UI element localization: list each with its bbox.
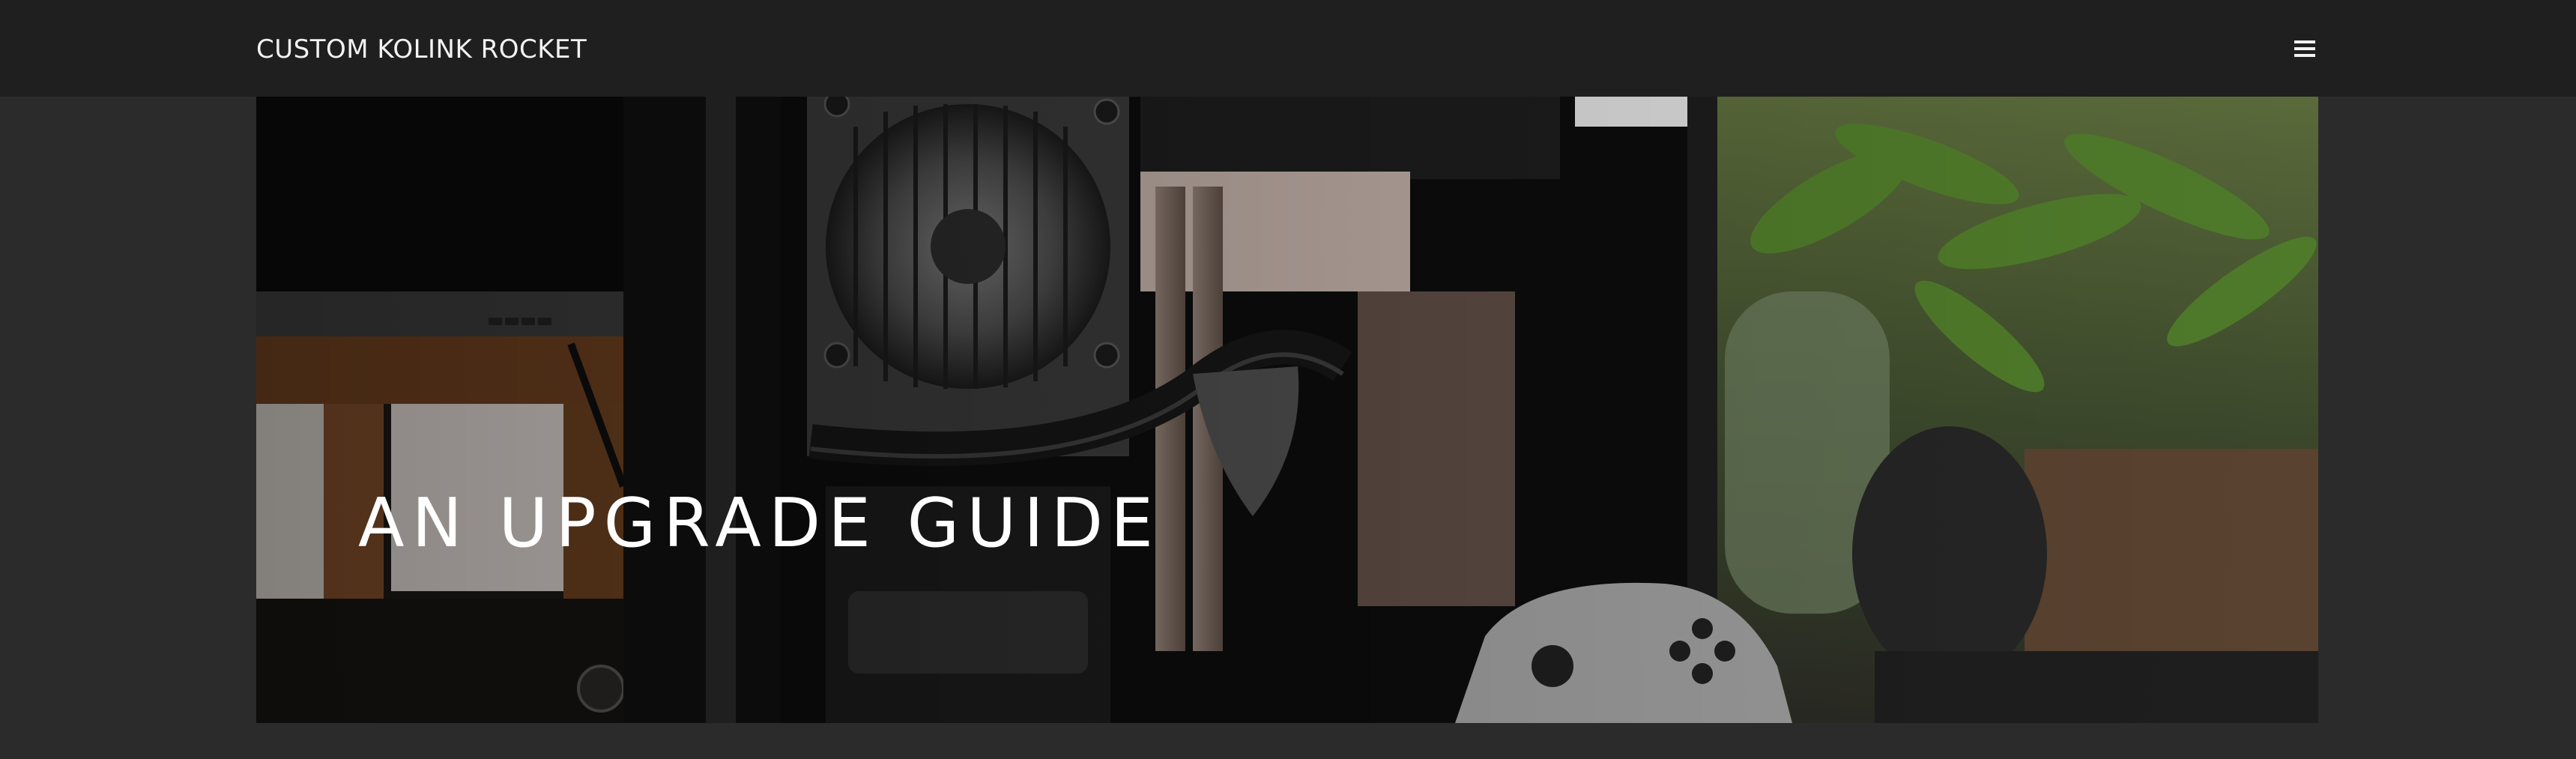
menu-button[interactable] [2290,36,2320,61]
top-navbar: CUSTOM KOLINK ROCKET [0,0,2576,97]
hero-banner: AN UPGRADE GUIDE [256,97,2318,723]
site-title-link[interactable]: CUSTOM KOLINK ROCKET [256,33,587,66]
hamburger-menu-icon-bar [2294,47,2315,50]
hero-title: AN UPGRADE GUIDE [358,484,1161,563]
hero-photo [256,97,2318,723]
hamburger-menu-icon [2294,40,2315,43]
hamburger-menu-icon-bar [2294,54,2315,57]
photo-overlay [256,97,2318,723]
